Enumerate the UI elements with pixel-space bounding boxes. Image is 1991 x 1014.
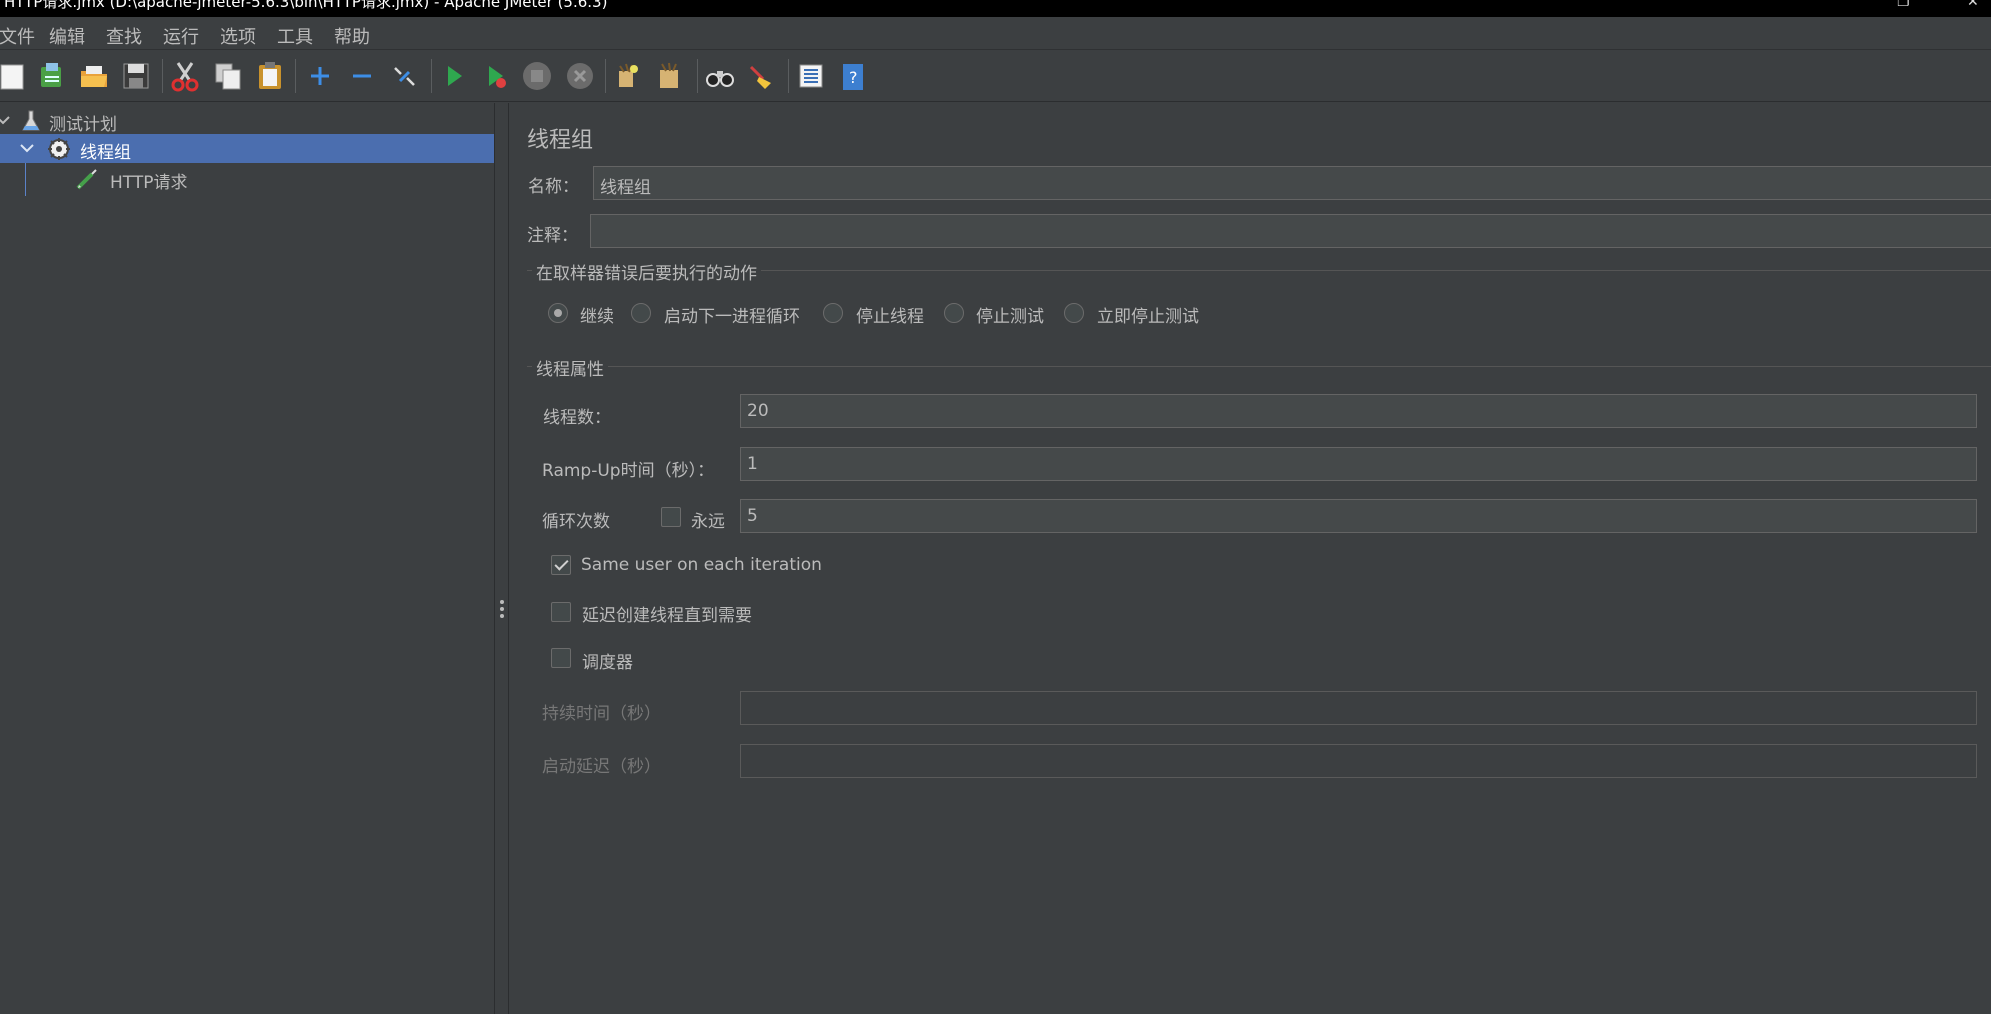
collapse-icon[interactable] [345, 59, 379, 93]
new-icon[interactable] [0, 59, 29, 93]
delay-thread-creation-checkbox[interactable] [551, 602, 571, 622]
radio-stop-thread[interactable] [823, 303, 843, 323]
radio-stop-thread-label: 停止线程 [856, 307, 924, 327]
chevron-down-icon[interactable] [0, 111, 12, 129]
duration-field[interactable] [740, 691, 1977, 725]
thread-group-panel: 线程组 名称： 线程组 注释： 在取样器错误后要执行的动作 继续 启动下一进程循… [510, 103, 1991, 1014]
reset-search-icon[interactable] [745, 59, 779, 93]
comment-label: 注释： [527, 226, 578, 246]
start-no-pause-icon[interactable] [479, 59, 513, 93]
toolbar: ? [0, 51, 1991, 102]
function-helper-icon[interactable] [794, 59, 828, 93]
radio-start-next-loop[interactable] [631, 303, 651, 323]
menu-bar: 文件 编辑 查找 运行 选项 工具 帮助 [0, 17, 1991, 50]
svg-text:?: ? [849, 68, 858, 87]
sampler-icon [76, 169, 97, 190]
threads-label: 线程数： [543, 408, 611, 428]
loop-count-field[interactable]: 5 [740, 499, 1977, 533]
menu-file[interactable]: 文件 [0, 23, 35, 49]
same-user-label: Same user on each iteration [581, 555, 822, 575]
clear-icon[interactable] [610, 59, 644, 93]
forever-label: 永远 [691, 512, 725, 532]
loop-count-label: 循环次数 [542, 512, 610, 532]
same-user-checkbox[interactable] [551, 555, 571, 575]
open-icon[interactable] [77, 59, 111, 93]
scheduler-checkbox[interactable] [551, 648, 571, 668]
thread-props-border [527, 366, 1991, 367]
copy-icon[interactable] [211, 59, 245, 93]
menu-options[interactable]: 选项 [220, 23, 256, 49]
tree-item-test-plan[interactable]: 测试计划 [0, 106, 494, 135]
page-title: 线程组 [527, 128, 594, 153]
tree-item-label: HTTP请求 [110, 173, 188, 193]
test-plan-icon [22, 110, 40, 131]
delay-thread-creation-label: 延迟创建线程直到需要 [582, 606, 752, 626]
help-icon[interactable]: ? [836, 59, 870, 93]
radio-continue[interactable] [548, 303, 568, 323]
radio-stop-test-now[interactable] [1064, 303, 1084, 323]
menu-tools[interactable]: 工具 [277, 23, 313, 49]
error-action-legend: 在取样器错误后要执行的动作 [532, 259, 761, 284]
expand-icon[interactable] [303, 59, 337, 93]
chevron-down-icon[interactable] [18, 139, 36, 157]
radio-start-next-loop-label: 启动下一进程循环 [664, 307, 800, 327]
radio-stop-test-now-label: 立即停止测试 [1097, 307, 1199, 327]
rampup-field[interactable]: 1 [740, 447, 1977, 481]
scheduler-label: 调度器 [582, 653, 633, 673]
start-icon[interactable] [437, 59, 471, 93]
restore-icon[interactable]: ❐ [1897, 0, 1910, 10]
startup-delay-label: 启动延迟（秒） [542, 757, 661, 777]
search-icon[interactable] [703, 59, 737, 93]
radio-stop-test[interactable] [944, 303, 964, 323]
window-title-bar: HTTP请求.jmx (D:\apache-jmeter-5.6.3\bin\H… [0, 0, 1991, 17]
shutdown-icon[interactable] [563, 59, 597, 93]
split-pane-divider[interactable] [494, 103, 509, 1014]
paste-icon[interactable] [253, 59, 287, 93]
name-field[interactable]: 线程组 [593, 166, 1991, 200]
menu-help[interactable]: 帮助 [334, 23, 370, 49]
tree-item-label: 线程组 [80, 143, 131, 163]
thread-group-icon [48, 138, 70, 160]
tree-item-label: 测试计划 [49, 115, 117, 135]
tree-item-http-request[interactable]: HTTP请求 [0, 164, 494, 193]
templates-icon[interactable] [35, 59, 69, 93]
radio-continue-label: 继续 [580, 307, 614, 327]
radio-stop-test-label: 停止测试 [976, 307, 1044, 327]
threads-field[interactable]: 20 [740, 394, 1977, 428]
forever-checkbox[interactable] [661, 507, 681, 527]
close-icon[interactable]: ✕ [1967, 0, 1979, 10]
clear-all-icon[interactable] [652, 59, 686, 93]
menu-search[interactable]: 查找 [106, 23, 142, 49]
stop-icon[interactable] [520, 59, 554, 93]
duration-label: 持续时间（秒） [542, 704, 661, 724]
menu-run[interactable]: 运行 [163, 23, 199, 49]
thread-props-legend: 线程属性 [532, 355, 608, 380]
save-icon[interactable] [119, 59, 153, 93]
window-title: HTTP请求.jmx (D:\apache-jmeter-5.6.3\bin\H… [4, 0, 608, 11]
toggle-icon[interactable] [387, 59, 421, 93]
comment-field[interactable] [590, 214, 1991, 248]
startup-delay-field[interactable] [740, 744, 1977, 778]
rampup-label: Ramp-Up时间（秒）： [542, 461, 715, 481]
test-plan-tree: 测试计划 线程组 HTTP请求 [0, 103, 494, 1014]
menu-edit[interactable]: 编辑 [49, 23, 85, 49]
name-label: 名称： [528, 177, 579, 197]
cut-icon[interactable] [168, 59, 202, 93]
tree-item-thread-group[interactable]: 线程组 [0, 134, 494, 163]
